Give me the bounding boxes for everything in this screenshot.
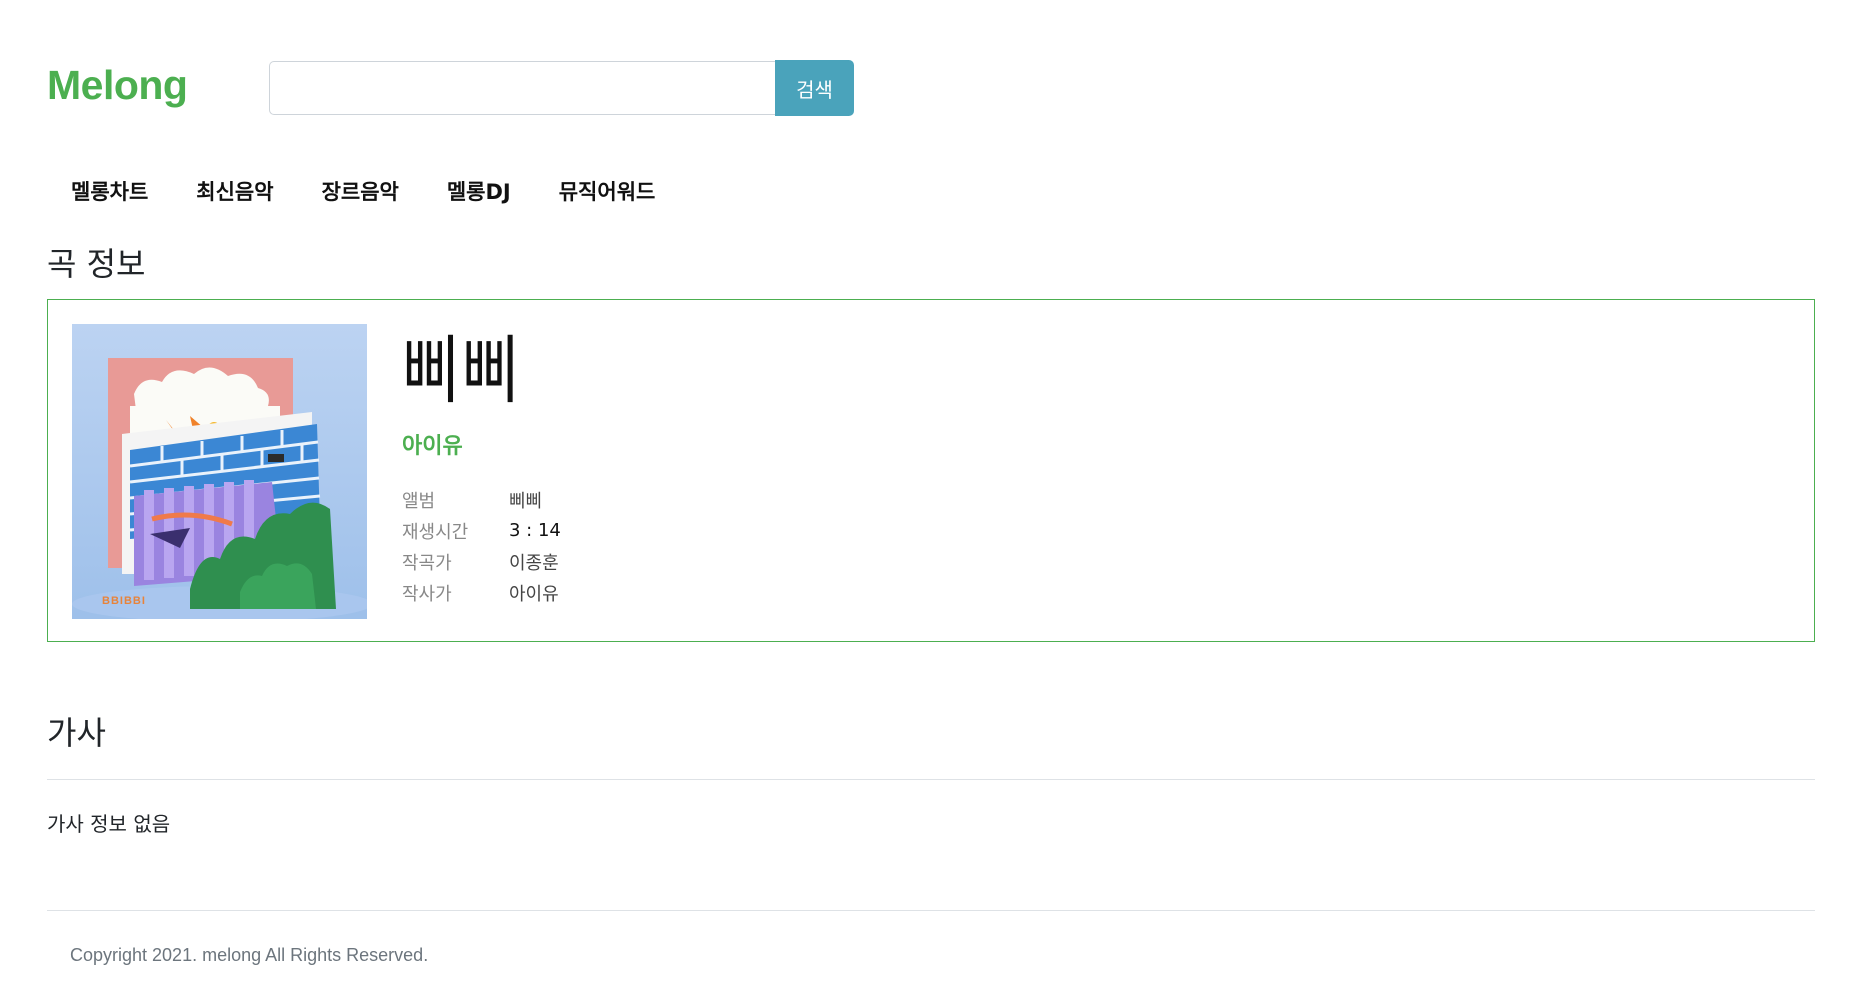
detail-row-composer: 작곡가 이종훈: [402, 546, 561, 577]
detail-row-album: 앨범 삐삐: [402, 484, 561, 515]
detail-row-lyricist: 작사가 아이유: [402, 577, 561, 608]
footer-copyright: Copyright 2021. melong All Rights Reserv…: [70, 945, 429, 965]
detail-row-duration: 재생시간 3 : 14: [402, 515, 561, 546]
header: Melong 검색: [47, 0, 1815, 140]
logo[interactable]: Melong: [47, 60, 188, 110]
artist-link[interactable]: 아이유: [402, 428, 561, 460]
search-button[interactable]: 검색: [775, 60, 854, 116]
main-nav: 멜롱차트 최신음악 장르음악 멜롱DJ 뮤직어워드: [47, 170, 679, 214]
album-cover-art: BBIBBI: [72, 324, 367, 619]
nav-item-latest[interactable]: 최신음악: [172, 170, 297, 214]
album-cover: BBIBBI: [72, 324, 367, 619]
song-info: 삐삐 아이유 앨범 삐삐 재생시간 3 : 14 작곡가 이종훈 작사가 아이유: [402, 328, 561, 608]
footer-divider: [47, 910, 1815, 911]
song-info-heading: 곡 정보: [47, 245, 146, 283]
song-card: BBIBBI 삐삐 아이유 앨범 삐삐 재생시간 3 : 14 작곡가 이종훈: [47, 299, 1815, 642]
cover-title-text: BBIBBI: [102, 595, 146, 607]
page: Melong 검색 멜롱차트 최신음악 장르음악 멜롱DJ 뮤직어워드 곡 정보: [47, 0, 1815, 965]
detail-value: 3 : 14: [509, 520, 561, 541]
detail-key: 작사가: [402, 583, 452, 605]
nav-item-dj[interactable]: 멜롱DJ: [423, 170, 535, 214]
nav-item-genre[interactable]: 장르음악: [298, 170, 423, 214]
lyrics-heading: 가사: [47, 714, 106, 752]
detail-key: 앨범: [402, 490, 436, 512]
search-input[interactable]: [269, 61, 775, 115]
search-bar: 검색: [269, 60, 854, 117]
detail-value: 이종훈: [509, 552, 559, 574]
detail-value: 삐삐: [509, 490, 543, 512]
lyrics-text: 가사 정보 없음: [47, 812, 171, 836]
song-title: 삐삐: [402, 328, 522, 414]
nav-item-award[interactable]: 뮤직어워드: [535, 170, 680, 214]
nav-item-chart[interactable]: 멜롱차트: [47, 170, 172, 214]
detail-value: 아이유: [509, 583, 559, 605]
detail-key: 재생시간: [402, 521, 469, 543]
song-details: 앨범 삐삐 재생시간 3 : 14 작곡가 이종훈 작사가 아이유: [402, 484, 561, 608]
detail-key: 작곡가: [402, 552, 452, 574]
lyrics-divider: [47, 779, 1815, 780]
